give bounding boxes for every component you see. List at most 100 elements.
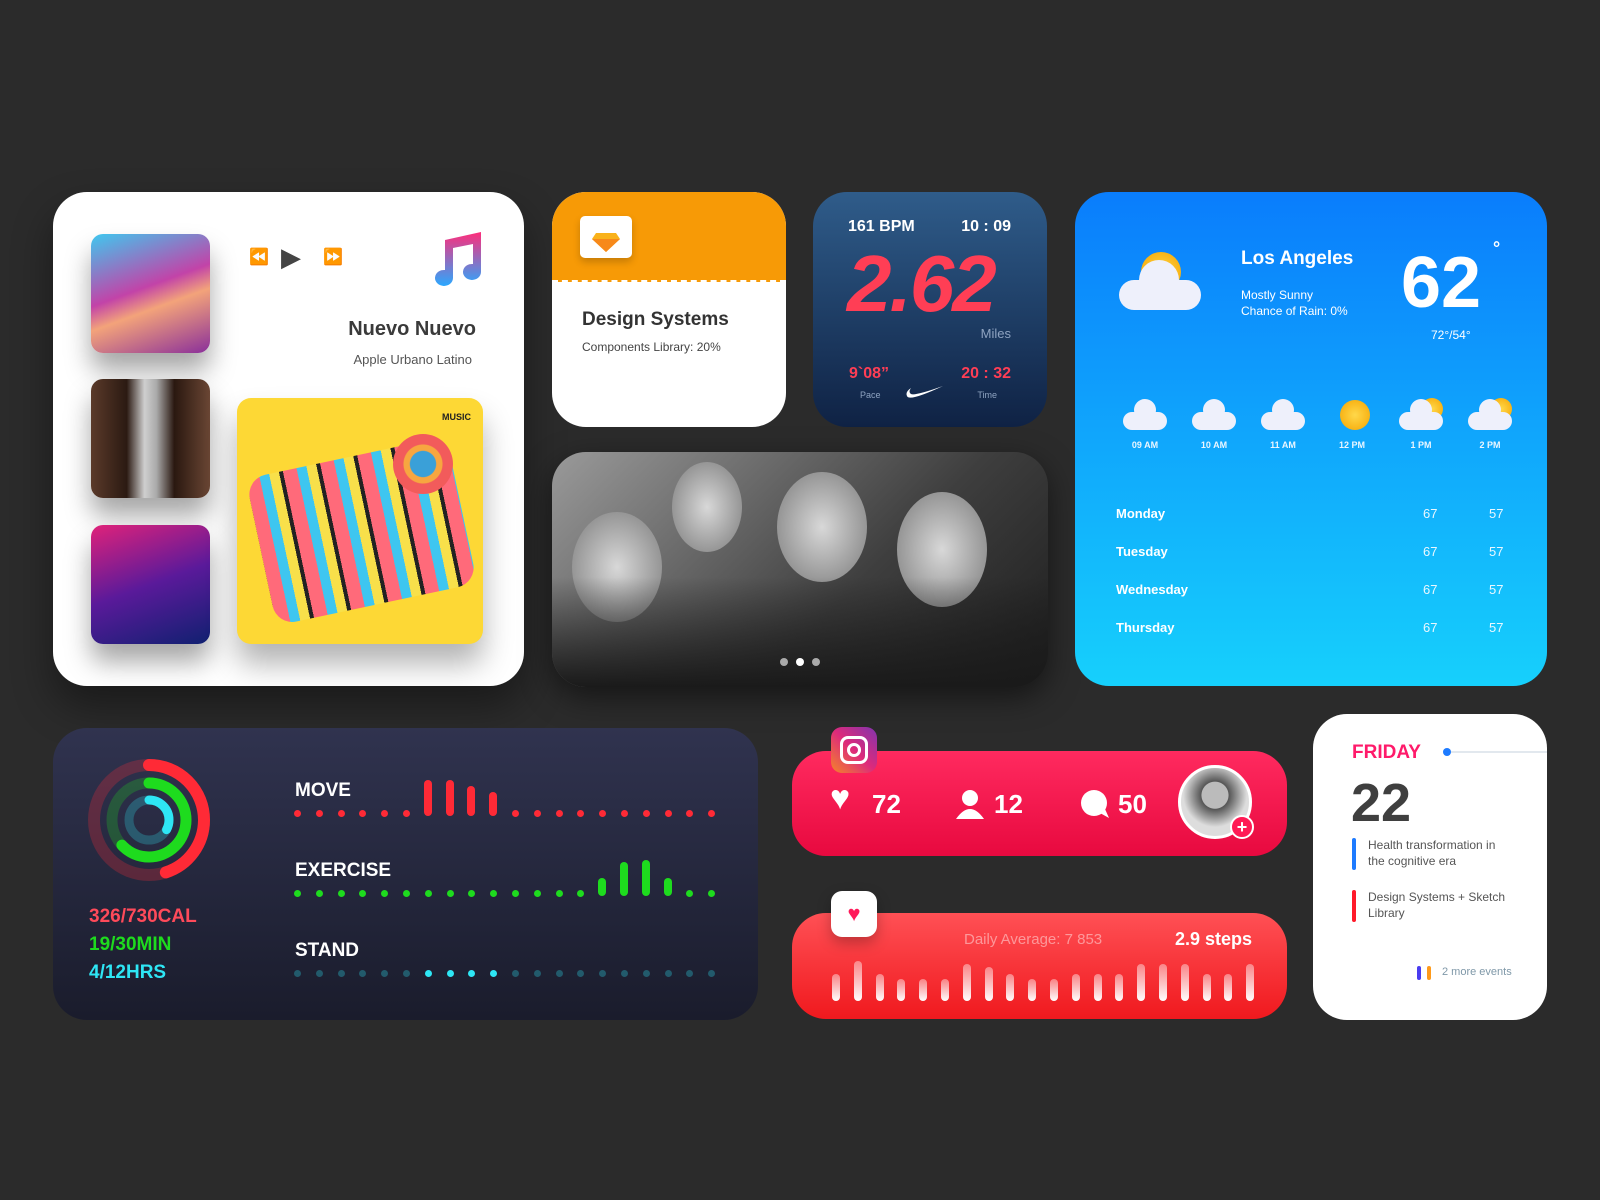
playlist-title: Nuevo Nuevo [348, 318, 476, 340]
comments-count: 50 [1118, 789, 1147, 819]
hour-label: 10 AM [1200, 440, 1228, 450]
design-systems-widget[interactable]: Design Systems Components Library: 20% [552, 192, 786, 427]
exercise-bar [641, 860, 650, 896]
weather-widget: Los Angeles Mostly Sunny Chance of Rain:… [1075, 192, 1547, 686]
stand-dot [446, 970, 454, 977]
album-art-simulation-theory[interactable] [91, 525, 210, 644]
exercise-bar [598, 878, 607, 896]
cloud-icon [1119, 258, 1201, 310]
step-bar [962, 963, 971, 1001]
exercise-dot [315, 890, 323, 897]
followers-count: 12 [994, 789, 1023, 819]
low-temp: 57 [1489, 582, 1504, 597]
comment-icon [1081, 790, 1109, 818]
move-dot [555, 810, 563, 817]
stand-dot [468, 970, 476, 977]
previous-button[interactable]: ⏪ [249, 247, 269, 267]
exercise-bar [620, 862, 628, 896]
step-bar [1006, 973, 1015, 1001]
person-photo [777, 472, 867, 582]
event-color-bar [1352, 838, 1356, 870]
move-dot [294, 810, 301, 817]
album-art-mollys-melvin[interactable] [91, 379, 210, 498]
step-bar [1050, 978, 1058, 1001]
stand-dot [359, 970, 367, 977]
music-note-icon [435, 232, 481, 286]
exercise-bar [663, 878, 672, 896]
stand-dot [424, 970, 432, 977]
heart-icon: ♥ [830, 779, 851, 817]
low-temp: 57 [1489, 544, 1504, 559]
activity-widget: 326/730CAL 19/30MIN 4/12HRS MOVE EXERCIS… [53, 728, 758, 1020]
move-dot [577, 810, 585, 817]
step-bar [853, 961, 862, 1001]
photo-carousel[interactable] [552, 452, 1048, 687]
album-art-doja-cat[interactable] [91, 234, 210, 353]
current-temp: 62 [1401, 243, 1482, 323]
exercise-dot [490, 890, 498, 897]
exercise-dot [555, 890, 563, 897]
day-name: Tuesday [1116, 544, 1168, 559]
city-name: Los Angeles [1241, 248, 1354, 269]
pace-label: Pace [860, 390, 881, 400]
step-bar [919, 978, 928, 1001]
next-button[interactable]: ⏩ [323, 247, 343, 267]
exercise-dot [337, 890, 345, 897]
more-events-link[interactable]: 2 more events [1442, 966, 1512, 978]
run-widget: 161 BPM 10 : 09 2.62 Miles 9`08” Pace 20… [813, 192, 1047, 427]
clock: 10 : 09 [961, 218, 1011, 235]
instagram-icon[interactable] [831, 727, 877, 773]
move-dot [512, 810, 519, 817]
move-dot [686, 810, 694, 817]
move-dot [381, 810, 389, 817]
hour-label: 2 PM [1479, 440, 1501, 450]
more-indicator [1427, 966, 1431, 980]
playlist-subtitle: Apple Urbano Latino [353, 352, 472, 367]
stand-stat: 4/12HRS [89, 962, 167, 983]
move-dot [315, 810, 323, 817]
likes-count: 72 [872, 789, 901, 819]
carousel-dot[interactable] [796, 658, 804, 666]
step-bar [875, 973, 884, 1001]
step-bar [1115, 973, 1124, 1001]
cloud-icon [1272, 399, 1294, 421]
step-bar [832, 973, 840, 1001]
steps-widget: ♥ Daily Average: 7 853 2.9 steps [792, 891, 1287, 1019]
move-dot [337, 810, 345, 817]
event-title[interactable]: Health transformation in the cognitive e… [1368, 837, 1508, 869]
date-number: 22 [1351, 773, 1412, 833]
add-follow-button[interactable]: + [1230, 815, 1254, 839]
photo-shade [552, 577, 1048, 687]
move-stat: 326/730CAL [89, 906, 197, 927]
move-label: MOVE [295, 780, 351, 801]
day-name: Wednesday [1116, 582, 1189, 597]
carousel-dot[interactable] [812, 658, 820, 666]
hour-label: 09 AM [1131, 440, 1159, 450]
playlist-cover[interactable]: MUSIC [237, 398, 483, 644]
cloud-icon [1134, 399, 1156, 421]
exercise-dot [708, 890, 716, 897]
carousel-dot[interactable] [780, 658, 788, 666]
move-dot [533, 810, 541, 817]
step-bar [1093, 973, 1102, 1001]
day-name: Monday [1116, 506, 1166, 521]
stand-dot [403, 970, 410, 977]
stand-dot [664, 970, 672, 977]
step-bar [897, 978, 906, 1001]
stand-dot [708, 970, 716, 977]
apple-music-badge: MUSIC [442, 412, 471, 422]
move-dot [403, 810, 410, 817]
event-title[interactable]: Design Systems + Sketch Library [1368, 889, 1508, 921]
steps-value: 2.9 steps [1174, 929, 1252, 949]
condition: Mostly Sunny [1241, 288, 1314, 302]
stand-dot [294, 970, 301, 977]
play-button[interactable]: ▶ [281, 242, 301, 273]
temp-range: 72°/54° [1431, 328, 1471, 342]
exercise-dot [577, 890, 585, 897]
exercise-dot [533, 890, 541, 897]
exercise-stat: 19/30MIN [89, 934, 172, 955]
stand-dot [599, 970, 607, 977]
step-bar [1137, 963, 1146, 1001]
exercise-dot [294, 890, 301, 897]
move-dot [664, 810, 672, 817]
